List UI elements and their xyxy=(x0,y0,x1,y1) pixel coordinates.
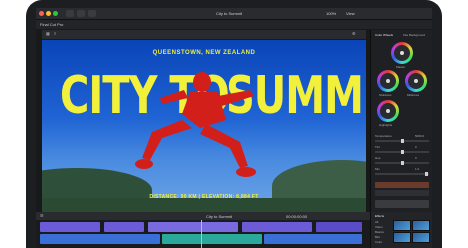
keyword-button[interactable] xyxy=(77,10,85,17)
effects-category-blur[interactable]: Blur xyxy=(375,235,380,239)
index-icon[interactable]: ☰ xyxy=(40,214,44,218)
master-puck[interactable] xyxy=(400,51,404,55)
import-button[interactable] xyxy=(66,10,74,17)
shadows-puck[interactable] xyxy=(386,79,390,83)
stats-caption: DISTANCE: 90 KM | ELEVATION: 8,884 FT xyxy=(149,194,259,200)
inspector-tag: Kite Background xyxy=(403,33,426,37)
param-hue-value[interactable]: 0 xyxy=(415,156,417,160)
effect-thumbnail[interactable] xyxy=(393,232,411,243)
library-label: Final Cut Pro xyxy=(40,22,64,27)
playhead[interactable] xyxy=(201,220,202,248)
timeline-clip[interactable] xyxy=(40,222,100,232)
effects-browser: Effects All Video Basics Blur Color xyxy=(370,212,432,248)
viewer-toolbar: ▦ ≡ ⚙ xyxy=(42,30,366,39)
video-clip[interactable] xyxy=(40,234,160,244)
effect-thumbnail[interactable] xyxy=(393,220,411,231)
minimize-window-icon[interactable] xyxy=(46,11,51,16)
wheel-label-midtones: Midtones xyxy=(407,93,420,97)
effect-thumbnail[interactable] xyxy=(412,220,430,231)
effects-category-color[interactable]: Color xyxy=(375,240,382,244)
video-viewer[interactable]: QUEENSTOWN, NEW ZEALAND CITY TO SUMMIT D… xyxy=(42,40,366,212)
wheel-label-shadows: Shadows xyxy=(379,93,392,97)
effects-category-video[interactable]: Video xyxy=(375,225,383,229)
zoom-window-icon[interactable] xyxy=(53,11,58,16)
param-tint-value[interactable]: 0 xyxy=(415,145,417,149)
effects-category-all[interactable]: All xyxy=(375,220,378,224)
midtones-puck[interactable] xyxy=(414,79,418,83)
effects-title: Effects xyxy=(375,214,385,218)
timecode: 00:00:00:00 xyxy=(286,214,308,219)
hue-slider[interactable] xyxy=(375,161,429,165)
param-temperature: Temperature xyxy=(375,134,392,138)
effect-thumbnail[interactable] xyxy=(412,232,430,243)
close-window-icon[interactable] xyxy=(39,11,44,16)
project-title: City to Summit xyxy=(216,11,243,16)
timeline-clip[interactable] xyxy=(148,222,238,232)
highlights-puck[interactable] xyxy=(386,109,390,113)
share-button[interactable] xyxy=(88,10,96,17)
param-mix-value[interactable]: 1.0 xyxy=(415,167,419,171)
timeline-clip[interactable] xyxy=(242,222,312,232)
list-icon[interactable]: ≡ xyxy=(54,32,56,36)
app-window: City to Summit 100% View Final Cut Pro ▦… xyxy=(36,8,432,248)
save-preset-button[interactable] xyxy=(375,200,429,208)
ground xyxy=(42,198,366,212)
param-temperature-value[interactable]: 5000.0 xyxy=(415,134,424,138)
param-hue: Hue xyxy=(375,156,381,160)
runner-figure xyxy=(135,72,256,177)
mask-row[interactable] xyxy=(375,182,429,188)
location-caption: QUEENSTOWN, NEW ZEALAND xyxy=(152,50,256,56)
effects-category-basics[interactable]: Basics xyxy=(375,230,384,234)
video-clip[interactable] xyxy=(162,234,262,244)
grid-icon[interactable]: ▦ xyxy=(46,32,50,36)
tint-slider[interactable] xyxy=(375,150,429,154)
view-menu[interactable]: View xyxy=(346,11,355,16)
mix-slider[interactable] xyxy=(375,172,429,176)
timeline-clip[interactable] xyxy=(104,222,144,232)
video-clip[interactable] xyxy=(264,234,362,244)
inspector-title: Color Wheels xyxy=(375,33,394,37)
param-tint: Tint xyxy=(375,145,380,149)
wheel-label-highlights: Highlights xyxy=(379,123,393,127)
timeline-project-label: City to Summit xyxy=(206,214,233,219)
zoom-level[interactable]: 100% xyxy=(326,11,336,16)
wheel-label-master: Master xyxy=(396,65,406,69)
timeline-clip[interactable] xyxy=(316,222,362,232)
browser-bar: Final Cut Pro xyxy=(36,20,432,29)
shape-row[interactable] xyxy=(375,190,429,196)
temperature-slider[interactable] xyxy=(375,139,429,143)
toolbar: City to Summit 100% View xyxy=(36,8,432,20)
settings-icon[interactable]: ⚙ xyxy=(352,32,356,36)
param-mix: Mix xyxy=(375,167,380,171)
color-inspector: Color Wheels Kite Background Master Shad… xyxy=(370,30,432,212)
